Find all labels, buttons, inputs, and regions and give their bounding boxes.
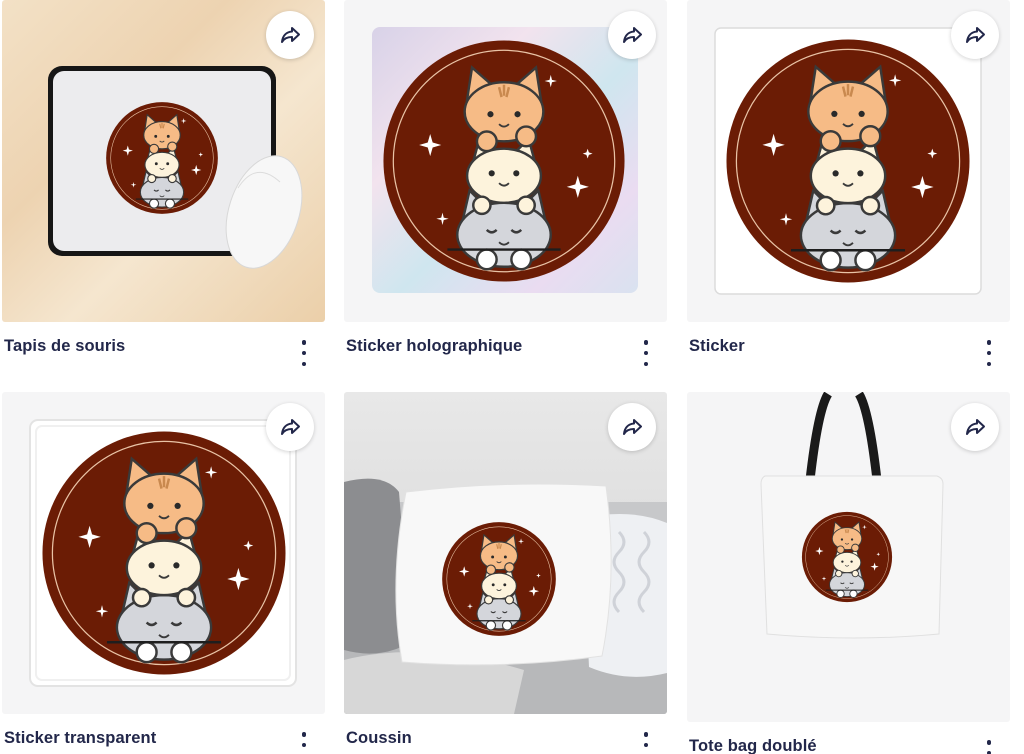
product-image-sticker[interactable] — [687, 0, 1010, 322]
more-options-button[interactable] — [297, 340, 311, 366]
share-arrow-icon — [620, 23, 644, 47]
product-image-pillow[interactable] — [344, 392, 667, 714]
product-card-transparent-sticker[interactable]: Sticker transparent — [2, 392, 325, 754]
product-title[interactable]: Sticker transparent — [4, 729, 156, 748]
share-arrow-icon — [278, 415, 302, 439]
more-vertical-icon — [986, 740, 992, 745]
product-card-tote-bag[interactable]: Tote bag doublé — [687, 392, 1010, 754]
share-arrow-icon — [278, 23, 302, 47]
share-button[interactable] — [266, 403, 314, 451]
product-card-sticker[interactable]: Sticker — [687, 0, 1010, 366]
product-card-pillow[interactable]: Coussin — [344, 392, 667, 754]
more-vertical-icon — [986, 340, 992, 345]
share-button[interactable] — [951, 11, 999, 59]
more-options-button[interactable] — [982, 740, 996, 754]
product-card-holo-sticker[interactable]: Sticker holographique — [344, 0, 667, 366]
product-card-mousepad[interactable]: Tapis de souris — [2, 0, 325, 366]
more-options-button[interactable] — [982, 340, 996, 366]
product-title[interactable]: Coussin — [346, 729, 412, 748]
more-options-button[interactable] — [297, 732, 311, 754]
share-arrow-icon — [620, 415, 644, 439]
more-vertical-icon — [643, 732, 649, 737]
product-image-holo-sticker[interactable] — [344, 0, 667, 322]
product-image-tote-bag[interactable] — [687, 392, 1010, 722]
share-arrow-icon — [963, 23, 987, 47]
product-title[interactable]: Sticker holographique — [346, 337, 522, 356]
share-arrow-icon — [963, 415, 987, 439]
more-vertical-icon — [301, 340, 307, 345]
product-image-transparent-sticker[interactable] — [2, 392, 325, 714]
product-title[interactable]: Tote bag doublé — [689, 737, 817, 754]
more-options-button[interactable] — [639, 340, 653, 366]
more-options-button[interactable] — [639, 732, 653, 754]
product-image-mousepad[interactable] — [2, 0, 325, 322]
share-button[interactable] — [266, 11, 314, 59]
more-vertical-icon — [301, 732, 307, 737]
product-title[interactable]: Tapis de souris — [4, 337, 125, 356]
share-button[interactable] — [608, 403, 656, 451]
share-button[interactable] — [951, 403, 999, 451]
more-vertical-icon — [643, 340, 649, 345]
product-title[interactable]: Sticker — [689, 337, 745, 356]
share-button[interactable] — [608, 11, 656, 59]
